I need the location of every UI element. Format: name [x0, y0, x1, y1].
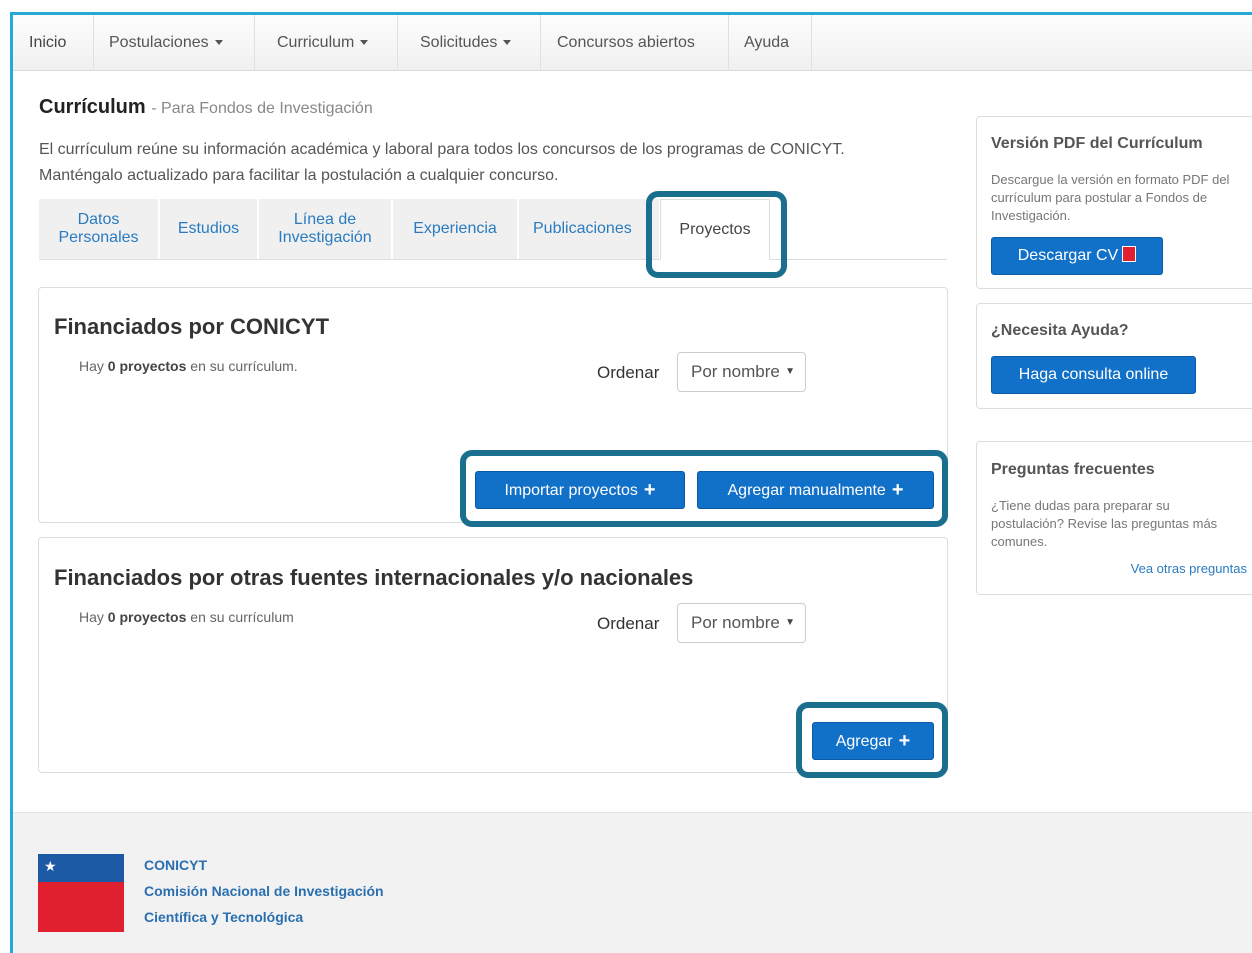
- nav-inicio-label: Inicio: [29, 34, 67, 51]
- nav-ayuda[interactable]: Ayuda: [729, 15, 812, 71]
- download-cv-button[interactable]: Descargar CV: [991, 237, 1163, 275]
- tab-label: Experiencia: [413, 220, 497, 237]
- tab-publicaciones[interactable]: Publicaciones: [519, 199, 659, 259]
- page-title-text: Currículum: [39, 96, 146, 118]
- nav-concursos-abiertos[interactable]: Concursos abiertos: [541, 15, 729, 71]
- page-title: Currículum - Para Fondos de Investigació…: [39, 96, 373, 119]
- conicyt-logo: ★: [38, 854, 124, 932]
- nav-concursos-label: Concursos abiertos: [557, 34, 695, 51]
- tab-label: Estudios: [177, 220, 240, 237]
- online-consult-button[interactable]: Haga consulta online: [991, 356, 1196, 394]
- nav-postulaciones-label: Postulaciones: [109, 34, 209, 51]
- project-count: Hay 0 proyectos en su currículum: [79, 609, 294, 625]
- order-label: Ordenar: [597, 614, 660, 633]
- tab-linea-investigacion[interactable]: Línea de Investigación: [259, 199, 391, 259]
- nav-solicitudes[interactable]: Solicitudes: [398, 15, 541, 71]
- order-select[interactable]: Por nombre ▼: [677, 352, 806, 392]
- sidebar-help-title: ¿Necesita Ayuda?: [991, 322, 1129, 339]
- order-select-value: Por nombre: [691, 362, 780, 381]
- highlight-frame: [460, 450, 948, 527]
- footer-org-line2: Comisión Nacional de Investigación: [144, 883, 384, 899]
- order-label: Ordenar: [597, 363, 660, 382]
- footer: ★ CONICYT Comisión Nacional de Investiga…: [13, 812, 1252, 953]
- tab-experiencia[interactable]: Experiencia: [393, 199, 517, 259]
- panel-title: Financiados por otras fuentes internacio…: [54, 565, 694, 590]
- panel-title: Financiados por CONICYT: [54, 314, 330, 339]
- nav-solicitudes-label: Solicitudes: [420, 34, 498, 51]
- tab-label: Publicaciones: [533, 220, 632, 237]
- sidebar-pdf-box: Versión PDF del Currículum Descargue la …: [976, 116, 1252, 289]
- pdf-icon: [1122, 246, 1137, 262]
- count-suffix: en su currículum: [186, 609, 294, 625]
- nav-curriculum[interactable]: Curriculum: [255, 15, 398, 71]
- footer-org-name: CONICYT: [144, 857, 207, 873]
- download-cv-label: Descargar CV: [1017, 247, 1119, 264]
- sidebar-faq-box: Preguntas frecuentes ¿Tiene dudas para p…: [976, 441, 1252, 595]
- more-questions-link[interactable]: Vea otras preguntas: [1131, 561, 1247, 576]
- nav-ayuda-label: Ayuda: [744, 34, 790, 51]
- curriculum-tabs: Datos Personales Estudios Línea de Inves…: [39, 199, 947, 260]
- count-bold: 0 proyectos: [107, 358, 187, 374]
- page-intro: El currículum reúne su información acadé…: [39, 141, 845, 184]
- sidebar-faq-text: ¿Tiene dudas para preparar su postulació…: [991, 498, 1218, 549]
- sidebar-faq-title: Preguntas frecuentes: [991, 461, 1155, 478]
- footer-org-line3: Científica y Tecnológica: [144, 909, 304, 925]
- project-count: Hay 0 proyectos en su currículum.: [79, 358, 298, 374]
- sidebar-pdf-title: Versión PDF del Currículum: [991, 135, 1203, 152]
- caret-down-icon: [214, 40, 223, 46]
- nav-inicio[interactable]: Inicio: [13, 15, 94, 71]
- sidebar-pdf-text: Descargue la versión en formato PDF del …: [991, 172, 1230, 223]
- count-prefix: Hay: [79, 358, 108, 374]
- tab-label: Línea de Investigación: [278, 211, 372, 246]
- order-select-value: Por nombre: [691, 613, 780, 632]
- highlight-frame: [646, 191, 787, 278]
- dropdown-arrow-icon: ▼: [785, 366, 795, 377]
- online-consult-label: Haga consulta online: [1018, 366, 1169, 383]
- highlight-frame: [796, 702, 948, 778]
- dropdown-arrow-icon: ▼: [785, 617, 795, 628]
- tab-label: Datos Personales: [58, 211, 139, 246]
- sidebar-help-box: ¿Necesita Ayuda? Haga consulta online: [976, 303, 1252, 409]
- top-navbar: Inicio Postulaciones Curriculum Solicitu…: [13, 15, 1252, 71]
- count-bold: 0 proyectos: [107, 609, 187, 625]
- caret-down-icon: [503, 40, 512, 46]
- page-subtitle: - Para Fondos de Investigación: [151, 100, 373, 117]
- order-select[interactable]: Por nombre ▼: [677, 603, 806, 643]
- tab-estudios[interactable]: Estudios: [160, 199, 257, 259]
- nav-postulaciones[interactable]: Postulaciones: [94, 15, 255, 71]
- star-icon: ★: [44, 858, 57, 874]
- caret-down-icon: [360, 40, 369, 46]
- count-prefix: Hay: [79, 609, 108, 625]
- tab-datos-personales[interactable]: Datos Personales: [39, 199, 158, 259]
- nav-curriculum-label: Curriculum: [277, 34, 355, 51]
- count-suffix: en su currículum.: [186, 358, 298, 374]
